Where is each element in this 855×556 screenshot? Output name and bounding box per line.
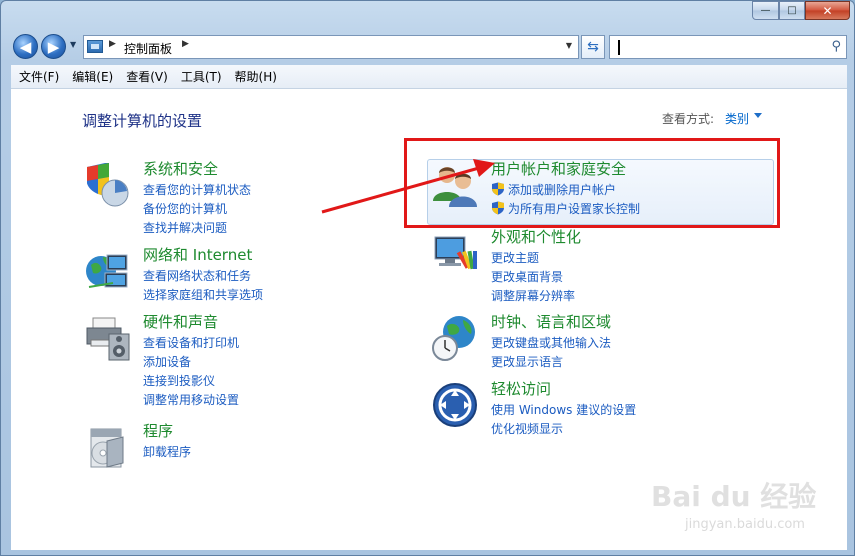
link-change-input-method[interactable]: 更改键盘或其他输入法 xyxy=(491,334,611,351)
watermark-url: jingyan.baidu.com xyxy=(685,517,805,532)
network-globe-icon[interactable] xyxy=(83,247,131,295)
control-panel-content: 调整计算机的设置 查看方式: 类别 系统和安全 查看您的计算机状态 备份您的计算… xyxy=(11,89,847,550)
forward-arrow-icon[interactable]: ▶ xyxy=(41,34,66,59)
link-network-status[interactable]: 查看网络状态和任务 xyxy=(143,267,251,284)
search-icon[interactable]: ⚲ xyxy=(831,39,841,54)
caption-buttons: — □ ✕ xyxy=(752,1,850,20)
menu-tools[interactable]: 工具(T) xyxy=(181,68,222,85)
category-title[interactable]: 硬件和声音 xyxy=(143,311,218,332)
category-title[interactable]: 网络和 Internet xyxy=(143,244,252,265)
annotation-highlight-box xyxy=(404,138,780,228)
shield-chart-icon[interactable] xyxy=(83,161,131,209)
category-title[interactable]: 外观和个性化 xyxy=(491,226,581,247)
link-add-device[interactable]: 添加设备 xyxy=(143,353,191,370)
breadcrumb-chevron-icon[interactable]: ▶ xyxy=(109,39,116,49)
view-by-caret-icon[interactable] xyxy=(754,113,762,118)
view-by-label: 查看方式: xyxy=(662,112,715,126)
link-uninstall-program[interactable]: 卸载程序 xyxy=(143,443,191,460)
link-optimize-visual-display[interactable]: 优化视频显示 xyxy=(491,420,563,437)
view-by-dropdown[interactable]: 类别 xyxy=(725,110,749,127)
watermark: Bai du 经验 jingyan.baidu.com xyxy=(641,469,841,549)
menu-help[interactable]: 帮助(H) xyxy=(235,68,277,85)
link-backup-computer[interactable]: 备份您的计算机 xyxy=(143,200,227,217)
breadcrumb-chevron-icon[interactable]: ▶ xyxy=(182,39,189,49)
link-mobility-settings[interactable]: 调整常用移动设置 xyxy=(143,391,239,408)
category-title[interactable]: 系统和安全 xyxy=(143,158,218,179)
minimize-button[interactable]: — xyxy=(752,1,779,20)
search-input[interactable]: ⚲ xyxy=(609,35,847,59)
programs-icon[interactable] xyxy=(83,423,131,471)
link-desktop-background[interactable]: 更改桌面背景 xyxy=(491,268,563,285)
control-panel-icon xyxy=(87,40,103,53)
link-connect-projector[interactable]: 连接到投影仪 xyxy=(143,372,215,389)
page-title: 调整计算机的设置 xyxy=(82,112,203,130)
refresh-icon[interactable]: ⇆ xyxy=(581,35,605,59)
back-arrow-icon[interactable]: ◀ xyxy=(13,34,38,59)
address-dropdown-icon[interactable]: ▼ xyxy=(566,41,572,50)
link-homegroup-sharing[interactable]: 选择家庭组和共享选项 xyxy=(143,286,263,303)
menu-edit[interactable]: 编辑(E) xyxy=(72,68,113,85)
menu-bar: 文件(F) 编辑(E) 查看(V) 工具(T) 帮助(H) xyxy=(11,65,847,89)
menu-view[interactable]: 查看(V) xyxy=(126,68,168,85)
close-button[interactable]: ✕ xyxy=(805,1,850,20)
link-windows-recommended-settings[interactable]: 使用 Windows 建议的设置 xyxy=(491,401,636,418)
breadcrumb-control-panel[interactable]: 控制面板 xyxy=(124,40,172,57)
ease-of-access-icon[interactable] xyxy=(431,381,479,429)
control-panel-window: — □ ✕ ◀ ▶ ▼ ▶ 控制面板 ▶ ▼ ⇆ ⚲ 文件(F) 编辑(E) 查… xyxy=(0,0,855,556)
link-devices-printers[interactable]: 查看设备和打印机 xyxy=(143,334,239,351)
link-troubleshoot[interactable]: 查找并解决问题 xyxy=(143,219,227,236)
link-change-display-language[interactable]: 更改显示语言 xyxy=(491,353,563,370)
globe-clock-icon[interactable] xyxy=(431,314,479,362)
recent-pages-dropdown-icon[interactable]: ▼ xyxy=(70,40,76,49)
monitor-palette-icon[interactable] xyxy=(431,229,479,277)
navigation-bar: ◀ ▶ ▼ ▶ 控制面板 ▶ ▼ ⇆ ⚲ xyxy=(9,31,847,61)
link-change-theme[interactable]: 更改主题 xyxy=(491,249,539,266)
printer-icon[interactable] xyxy=(83,314,131,362)
text-caret xyxy=(618,40,620,55)
category-title[interactable]: 程序 xyxy=(143,420,173,441)
category-title[interactable]: 时钟、语言和区域 xyxy=(491,311,611,332)
maximize-button[interactable]: □ xyxy=(779,1,805,20)
watermark-logo: Bai du 经验 xyxy=(651,480,817,513)
address-bar[interactable]: ▶ 控制面板 ▶ ▼ xyxy=(83,35,579,59)
link-view-computer-status[interactable]: 查看您的计算机状态 xyxy=(143,181,251,198)
menu-file[interactable]: 文件(F) xyxy=(19,68,59,85)
category-title[interactable]: 轻松访问 xyxy=(491,378,551,399)
link-screen-resolution[interactable]: 调整屏幕分辨率 xyxy=(491,287,575,304)
